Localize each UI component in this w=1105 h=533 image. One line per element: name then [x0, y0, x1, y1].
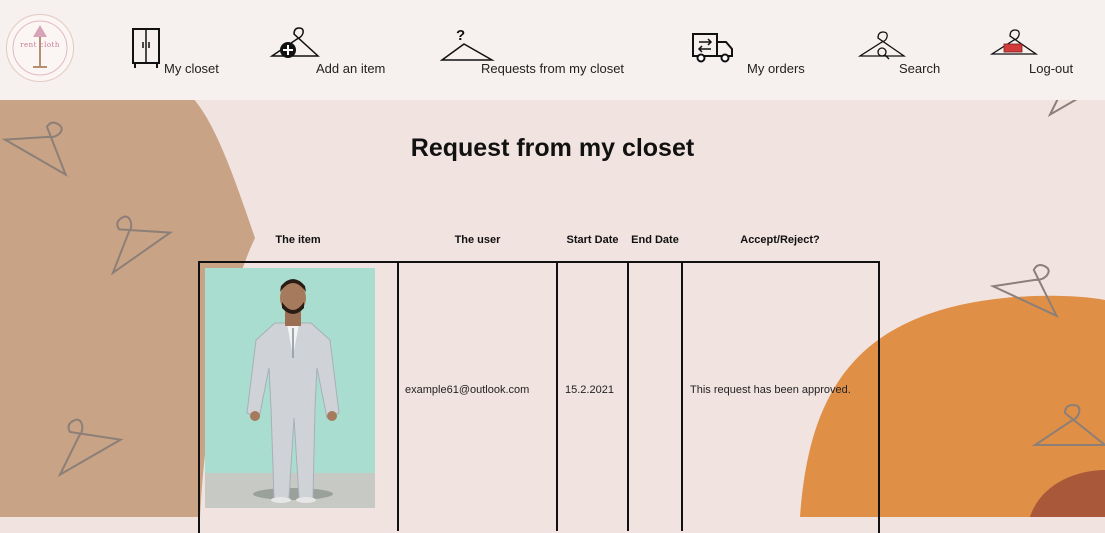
request-user-email: example61@outlook.com	[405, 384, 530, 396]
item-photo[interactable]	[205, 268, 375, 508]
nav-search-label: Search	[899, 61, 941, 76]
table-divider	[627, 261, 629, 531]
request-status: This request has been approved.	[690, 384, 851, 396]
header-end-date: End Date	[631, 234, 679, 246]
table-divider	[681, 261, 683, 531]
delivery-truck-icon	[692, 33, 733, 63]
app-logo[interactable]: rent cloth	[6, 14, 74, 82]
request-start-date: 15.2.2021	[565, 384, 614, 396]
nav-requests[interactable]: ? Requests from my closet	[440, 0, 630, 100]
add-hanger-icon	[269, 27, 320, 58]
top-nav-bar: rent cloth My closet Add an item ? Reque…	[0, 0, 1105, 100]
page-title: Request from my closet	[410, 134, 695, 162]
logo-text: rent cloth	[20, 41, 60, 49]
header-accept-reject: Accept/Reject?	[740, 234, 820, 246]
nav-add-item-label: Add an item	[316, 61, 386, 76]
nav-my-orders[interactable]: My orders	[690, 0, 820, 100]
nav-logout-label: Log-out	[1029, 61, 1074, 76]
header-user: The user	[454, 234, 501, 246]
nav-my-closet-label: My closet	[164, 61, 219, 76]
header-start-date: Start Date	[566, 234, 619, 246]
nav-requests-label: Requests from my closet	[481, 61, 625, 76]
wardrobe-icon	[132, 28, 160, 68]
nav-logout[interactable]: Log-out	[990, 0, 1080, 100]
nav-search[interactable]: Search	[858, 0, 948, 100]
header-item: The item	[275, 234, 321, 246]
nav-my-closet[interactable]: My closet	[128, 0, 238, 100]
table-divider	[556, 261, 558, 531]
nav-add-item[interactable]: Add an item	[268, 0, 398, 100]
logout-hanger-icon	[990, 29, 1039, 55]
table-divider	[397, 261, 399, 531]
nav-my-orders-label: My orders	[747, 61, 805, 76]
svg-text:?: ?	[456, 27, 465, 44]
